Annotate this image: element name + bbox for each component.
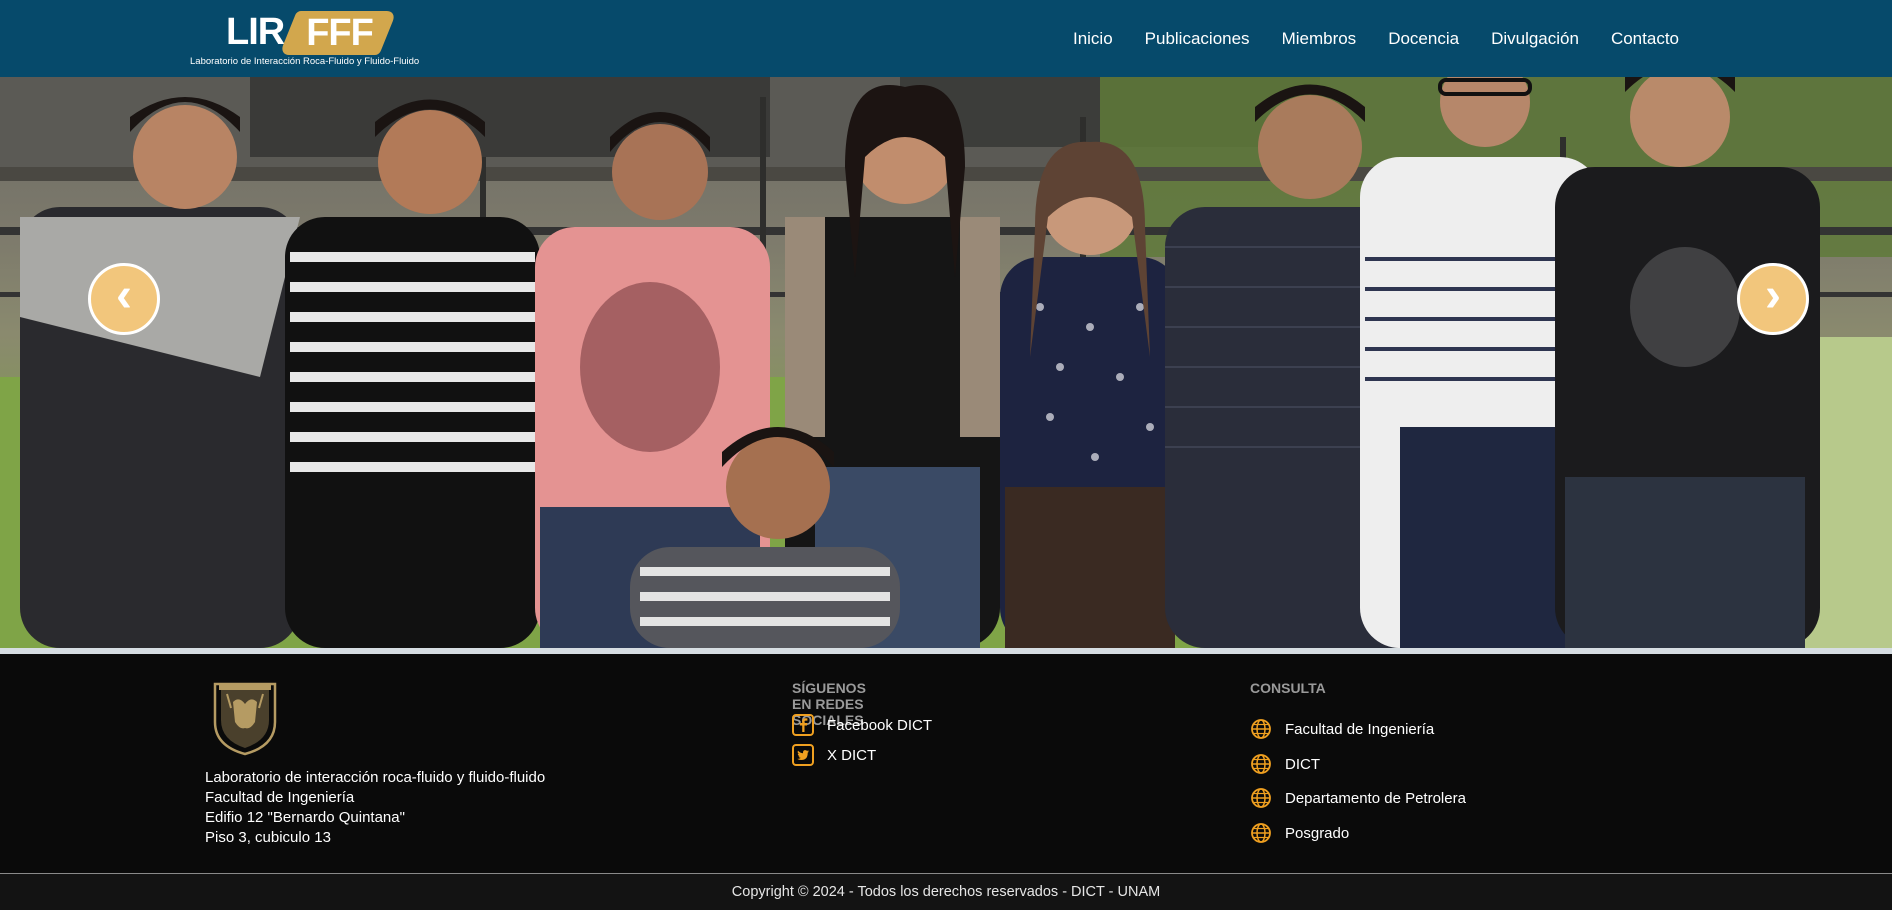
globe-icon xyxy=(1250,753,1272,775)
link-departamento-petrolera[interactable]: Departamento de Petrolera xyxy=(1250,787,1466,809)
link-posgrado[interactable]: Posgrado xyxy=(1250,822,1349,844)
link-label: Departamento de Petrolera xyxy=(1285,789,1466,807)
facebook-icon xyxy=(792,714,814,736)
twitter-icon xyxy=(792,744,814,766)
unam-crest-icon xyxy=(213,682,277,756)
address-line: Edifio 12 "Bernardo Quintana" xyxy=(205,809,405,826)
x-link-label: X DICT xyxy=(827,746,877,764)
nav-item-inicio[interactable]: Inicio xyxy=(1057,29,1129,49)
site-header: LIR FFF Laboratorio de Interacción Roca-… xyxy=(0,0,1892,77)
nav-item-contacto[interactable]: Contacto xyxy=(1595,29,1695,49)
link-label: DICT xyxy=(1285,755,1320,773)
logo-fff-badge: FFF xyxy=(279,9,398,55)
globe-icon xyxy=(1250,822,1272,844)
lab-address: Laboratorio de interacción roca-fluido y… xyxy=(205,768,545,848)
link-label: Posgrado xyxy=(1285,824,1350,842)
address-line: Laboratorio de interacción roca-fluido y… xyxy=(205,769,546,786)
globe-icon xyxy=(1250,787,1272,809)
site-logo[interactable]: LIR FFF Laboratorio de Interacción Roca-… xyxy=(190,8,430,70)
copyright-bar: Copyright © 2024 - Todos los derechos re… xyxy=(0,874,1892,910)
address-line: Facultad de Ingeniería xyxy=(205,789,355,806)
nav-item-miembros[interactable]: Miembros xyxy=(1266,29,1373,49)
logo-subtitle: Laboratorio de Interacción Roca-Fluido y… xyxy=(190,56,420,67)
hero-carousel: ‹ › xyxy=(0,77,1892,648)
logo-text-fff: FFF xyxy=(306,12,374,54)
consulta-title: CONSULTA xyxy=(1250,680,1326,696)
facebook-link-label: Facebook DICT xyxy=(827,716,933,734)
group-photo xyxy=(0,77,1892,648)
logo-mark: LIR FFF xyxy=(226,8,398,56)
globe-icon xyxy=(1250,718,1272,740)
chevron-left-icon: ‹ xyxy=(116,269,132,322)
copyright-text: Copyright © 2024 - Todos los derechos re… xyxy=(731,884,1161,900)
carousel-next-button[interactable]: › xyxy=(1737,263,1809,335)
nav-item-docencia[interactable]: Docencia xyxy=(1372,29,1475,49)
link-label: Facultad de Ingeniería xyxy=(1285,720,1435,738)
link-dict[interactable]: DICT xyxy=(1250,753,1320,775)
x-link[interactable]: X DICT xyxy=(792,744,876,766)
chevron-right-icon: › xyxy=(1765,269,1781,322)
link-facultad-ingenieria[interactable]: Facultad de Ingeniería xyxy=(1250,718,1434,740)
main-nav: Inicio Publicaciones Miembros Docencia D… xyxy=(1057,0,1695,77)
address-line: Piso 3, cubiculo 13 xyxy=(205,829,331,846)
nav-item-publicaciones[interactable]: Publicaciones xyxy=(1129,29,1266,49)
nav-item-divulgacion[interactable]: Divulgación xyxy=(1475,29,1595,49)
logo-text-lir: LIR xyxy=(226,10,285,53)
facebook-link[interactable]: Facebook DICT xyxy=(792,714,932,736)
carousel-prev-button[interactable]: ‹ xyxy=(88,263,160,335)
site-footer: Laboratorio de interacción roca-fluido y… xyxy=(0,654,1892,873)
